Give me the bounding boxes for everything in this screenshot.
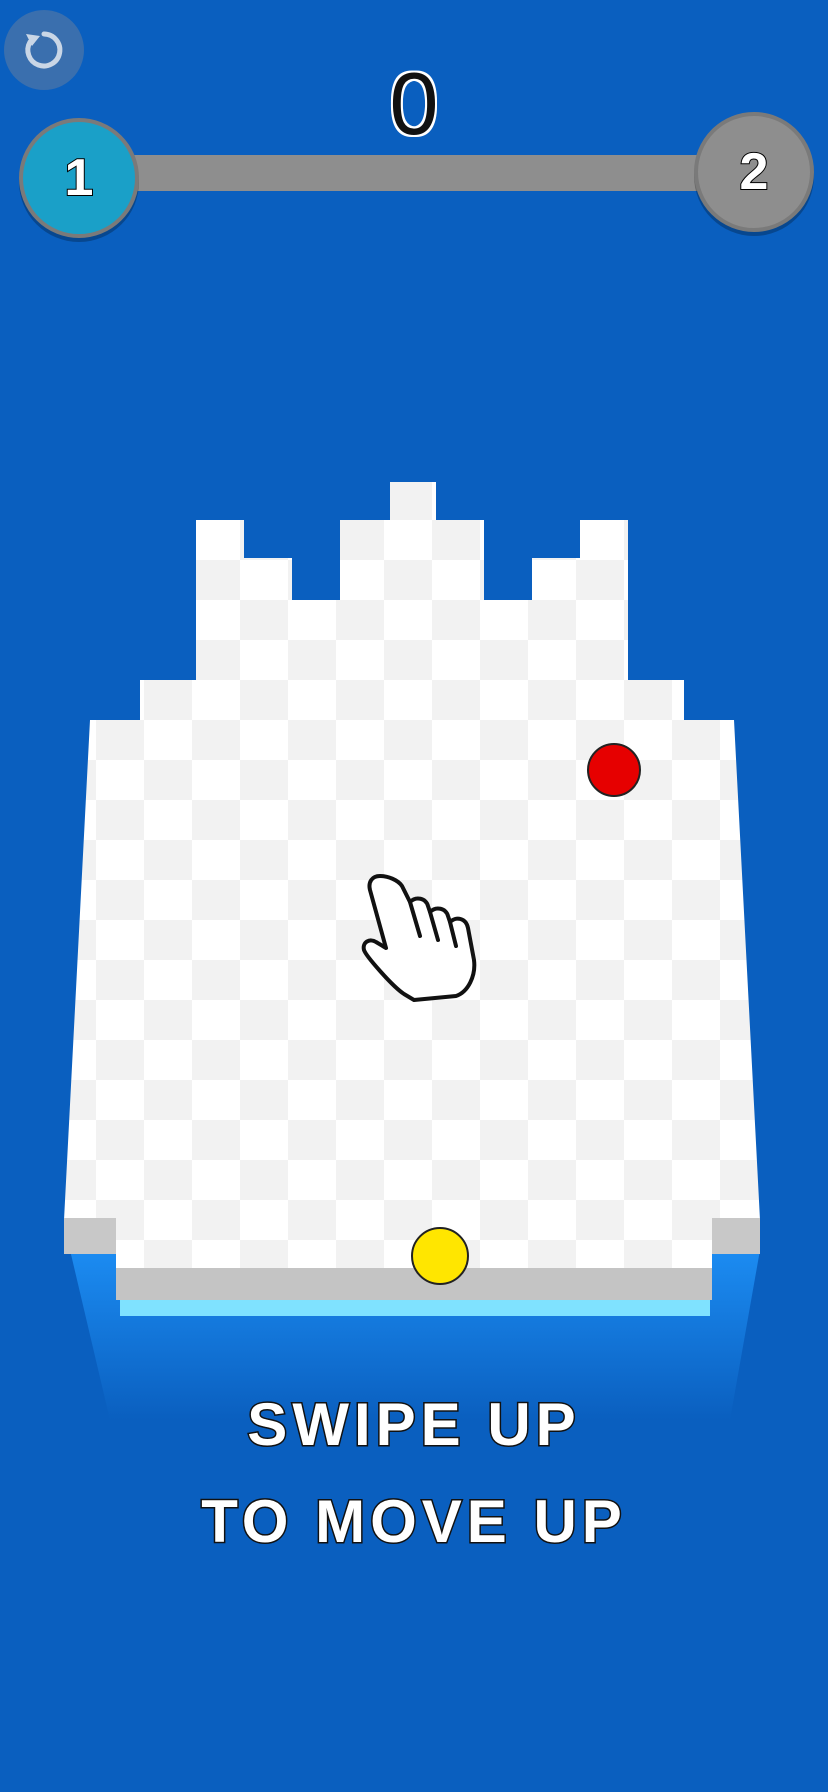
tutorial-text-line2: TO MOVE UP bbox=[200, 1487, 627, 1557]
game-board[interactable] bbox=[0, 0, 828, 1500]
score-counter: 0 bbox=[388, 54, 440, 153]
next-level-number: 2 bbox=[739, 142, 770, 202]
board-edge-right bbox=[712, 1218, 760, 1254]
board-edge-bottom bbox=[116, 1268, 712, 1300]
tutorial-text-line1: SWIPE UP bbox=[246, 1390, 581, 1460]
target-ball bbox=[587, 743, 641, 797]
next-level-badge: 2 bbox=[694, 112, 814, 232]
water-surface bbox=[120, 1298, 710, 1316]
player-ball bbox=[411, 1227, 469, 1285]
board-surface bbox=[64, 482, 760, 1300]
current-level-badge: 1 bbox=[19, 118, 139, 238]
current-level-number: 1 bbox=[64, 148, 95, 208]
level-progress-bar bbox=[90, 155, 730, 191]
board-edge-left bbox=[64, 1218, 116, 1254]
